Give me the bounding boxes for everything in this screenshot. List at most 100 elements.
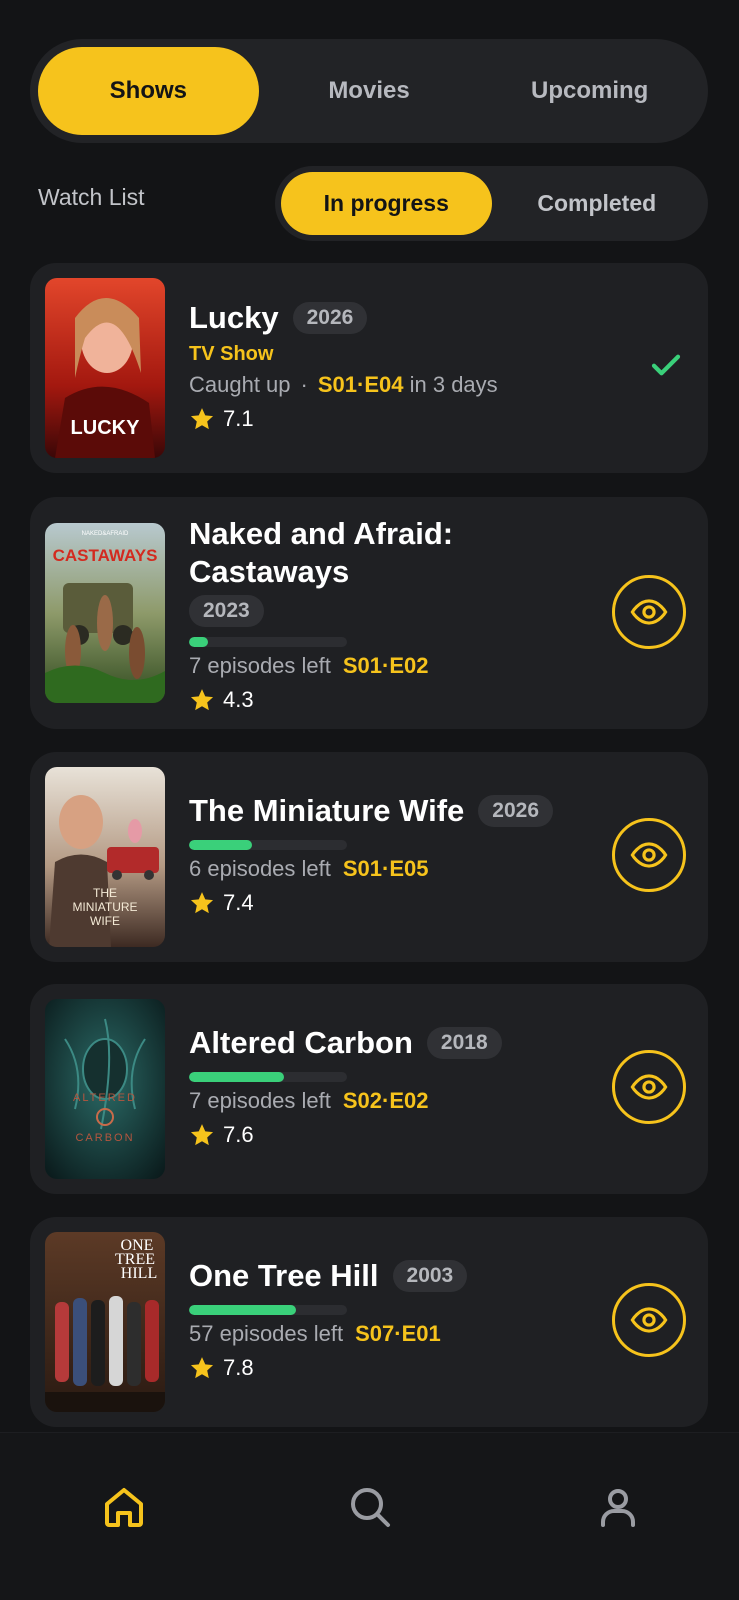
mark-watched-button[interactable] bbox=[612, 818, 686, 892]
show-info: Lucky 2026 TV Show Caught up · S01·E04 in … bbox=[189, 299, 578, 432]
profile-icon bbox=[601, 1489, 635, 1527]
svg-text:LUCKY: LUCKY bbox=[71, 417, 141, 439]
episodes-left: 57 episodes left bbox=[189, 1321, 344, 1346]
show-info: Naked and Afraid: Castaways 2023 7 episo… bbox=[189, 515, 578, 713]
tab-movies[interactable]: Movies bbox=[259, 47, 480, 135]
rating: 4.3 bbox=[189, 687, 578, 713]
category-tabs: Shows Movies Upcoming bbox=[30, 39, 708, 143]
show-type: TV Show bbox=[189, 343, 274, 365]
poster-lucky: LUCKY bbox=[45, 278, 165, 458]
nav-home[interactable] bbox=[100, 1483, 148, 1531]
tab-completed[interactable]: Completed bbox=[492, 172, 703, 235]
tab-in-progress[interactable]: In progress bbox=[281, 172, 492, 235]
star-icon bbox=[190, 1124, 214, 1146]
episodes-left: 7 episodes left bbox=[189, 1088, 331, 1113]
svg-text:WIFE: WIFE bbox=[90, 914, 120, 928]
watch-progress-bar bbox=[189, 1305, 347, 1315]
episode-line: 7 episodes left S02·E02 bbox=[189, 1088, 578, 1114]
progress-fill bbox=[189, 1305, 297, 1315]
rating-value: 7.4 bbox=[223, 890, 254, 915]
mark-watched-button[interactable] bbox=[612, 1283, 686, 1357]
next-episode: S01·E04 bbox=[317, 372, 404, 397]
star-icon bbox=[190, 408, 214, 430]
show-info: Altered Carbon 2018 7 episodes left S02·E… bbox=[189, 1024, 578, 1148]
search-icon bbox=[351, 1488, 390, 1527]
svg-text:CARBON: CARBON bbox=[75, 1132, 134, 1144]
episodes-left: 7 episodes left bbox=[189, 653, 331, 678]
poster-altered-carbon: ALTERED CARBON bbox=[45, 999, 165, 1179]
show-info: The Miniature Wife 2026 6 episodes left S… bbox=[189, 792, 578, 916]
rating-value: 7.1 bbox=[223, 406, 254, 431]
watch-list-label[interactable]: Watch List bbox=[38, 184, 145, 211]
episode-line: 6 episodes left S01·E05 bbox=[189, 856, 578, 882]
eye-icon bbox=[630, 1307, 668, 1333]
next-episode-time: in 3 days bbox=[409, 372, 498, 397]
episodes-left: 6 episodes left bbox=[189, 856, 331, 881]
poster-the-miniature-wife: THE MINIATURE WIFE bbox=[45, 767, 165, 947]
year-badge: 2018 bbox=[426, 1027, 502, 1059]
progress-fill bbox=[189, 1072, 284, 1082]
year-badge: 2023 bbox=[189, 595, 264, 627]
year-badge: 2026 bbox=[478, 795, 554, 827]
svg-text:CASTAWAYS: CASTAWAYS bbox=[53, 546, 158, 565]
rating: 7.1 bbox=[189, 406, 578, 432]
home-icon bbox=[105, 1488, 143, 1527]
svg-text:ALTERED: ALTERED bbox=[73, 1092, 137, 1104]
eye-icon bbox=[630, 599, 668, 625]
separator-dot: · bbox=[300, 372, 308, 397]
watch-progress-bar bbox=[189, 840, 347, 850]
show-card-naked-and-afraid[interactable]: NAKED&AFRAID CASTAWAYS Naked and Afraid:… bbox=[30, 497, 708, 729]
show-info: One Tree Hill 2003 57 episodes left S07·E… bbox=[189, 1257, 578, 1381]
episode-line: 57 episodes left S07·E01 bbox=[189, 1321, 578, 1347]
rating: 7.8 bbox=[189, 1355, 578, 1381]
show-card-the-miniature-wife[interactable]: THE MINIATURE WIFE The Miniature Wife 20… bbox=[30, 752, 708, 962]
watch-progress-bar bbox=[189, 1072, 347, 1082]
tab-upcoming[interactable]: Upcoming bbox=[479, 47, 700, 135]
rating-value: 7.6 bbox=[223, 1122, 254, 1147]
show-title: Altered Carbon bbox=[189, 1025, 413, 1060]
rating: 7.6 bbox=[189, 1122, 578, 1148]
eye-icon bbox=[630, 842, 668, 868]
show-title: One Tree Hill bbox=[189, 1258, 379, 1293]
mark-watched-button[interactable] bbox=[612, 575, 686, 649]
app-screen: Shows Movies Upcoming Watch List In prog… bbox=[0, 0, 739, 1600]
rating-value: 7.8 bbox=[223, 1355, 254, 1380]
show-title: The Miniature Wife bbox=[189, 793, 465, 828]
status-tabs: In progress Completed bbox=[275, 166, 708, 241]
next-episode: S07·E01 bbox=[355, 1321, 441, 1346]
nav-profile[interactable] bbox=[594, 1483, 642, 1531]
nav-search[interactable] bbox=[346, 1483, 394, 1531]
poster-naked-and-afraid: NAKED&AFRAID CASTAWAYS bbox=[45, 523, 165, 703]
svg-text:MINIATURE: MINIATURE bbox=[72, 900, 137, 914]
star-icon bbox=[190, 689, 214, 711]
svg-text:THE: THE bbox=[93, 886, 117, 900]
next-episode: S01·E02 bbox=[342, 653, 429, 678]
bottom-nav bbox=[0, 1432, 739, 1600]
show-title: Naked and Afraid: Castaways bbox=[189, 516, 454, 589]
poster-one-tree-hill: ONE TREE HILL bbox=[45, 1232, 165, 1412]
star-icon bbox=[190, 892, 214, 914]
status-line: Caught up · S01·E04 in 3 days bbox=[189, 372, 578, 398]
show-card-one-tree-hill[interactable]: ONE TREE HILL One Tree Hill 2003 57 epis… bbox=[30, 1217, 708, 1427]
next-episode: S02·E02 bbox=[342, 1088, 429, 1113]
show-card-altered-carbon[interactable]: ALTERED CARBON Altered Carbon 2018 7 epi… bbox=[30, 984, 708, 1194]
year-badge: 2026 bbox=[292, 302, 368, 334]
eye-icon bbox=[630, 1074, 668, 1100]
tab-shows[interactable]: Shows bbox=[38, 47, 259, 135]
rating-value: 4.3 bbox=[223, 687, 254, 712]
year-badge: 2003 bbox=[392, 1260, 468, 1292]
svg-text:NAKED&AFRAID: NAKED&AFRAID bbox=[82, 531, 129, 537]
star-icon bbox=[190, 1357, 214, 1379]
watch-progress-bar bbox=[189, 637, 347, 647]
progress-fill bbox=[189, 840, 253, 850]
check-icon bbox=[651, 354, 681, 376]
progress-fill bbox=[189, 637, 208, 647]
rating: 7.4 bbox=[189, 890, 578, 916]
episode-line: 7 episodes left S01·E02 bbox=[189, 653, 578, 679]
show-title: Lucky bbox=[189, 300, 279, 335]
mark-watched-button[interactable] bbox=[612, 1050, 686, 1124]
next-episode: S01·E05 bbox=[342, 856, 429, 881]
caught-up-status: Caught up bbox=[189, 372, 291, 397]
svg-text:HILL: HILL bbox=[121, 1265, 157, 1282]
show-card-lucky[interactable]: LUCKY Lucky 2026 TV Show Caught up · S01·E… bbox=[30, 263, 708, 473]
